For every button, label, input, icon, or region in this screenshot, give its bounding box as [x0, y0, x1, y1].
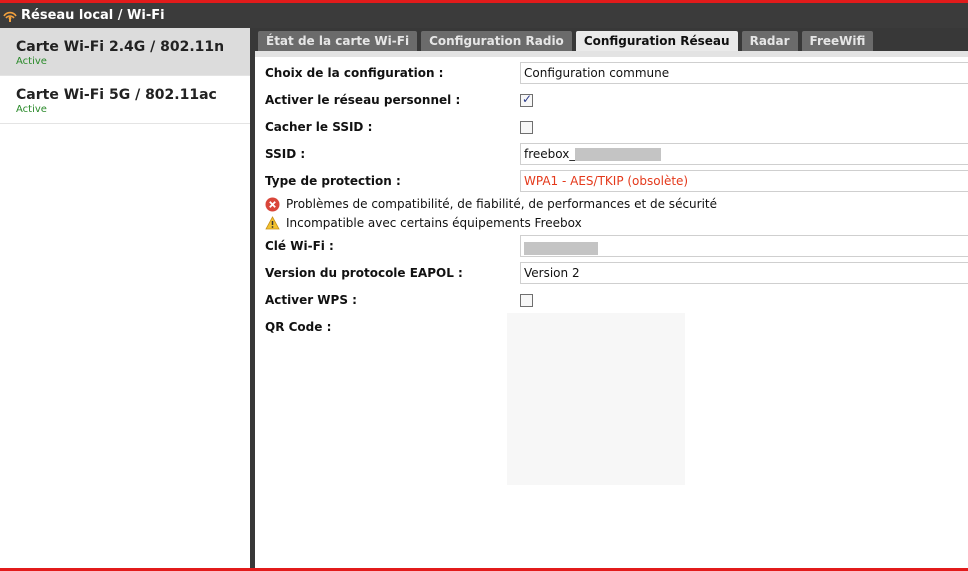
ssid-label: SSID : — [265, 147, 306, 161]
eapol-row: Version du protocole EAPOL : — [265, 262, 463, 284]
wifi-key-label: Clé Wi-Fi : — [265, 239, 334, 253]
eapol-select[interactable]: Version 2 — [520, 262, 968, 284]
wifi-key-input[interactable] — [520, 235, 968, 257]
sidebar: Carte Wi-Fi 2.4G / 802.11n Active Carte … — [0, 28, 250, 568]
ssid-row: SSID : — [265, 143, 305, 165]
error-message: Problèmes de compatibilité, de fiabilité… — [265, 195, 717, 213]
qr-code-label: QR Code : — [265, 320, 332, 334]
ssid-input[interactable]: freebox_ — [520, 143, 968, 165]
window-titlebar: Réseau local / Wi-Fi — [0, 3, 968, 28]
config-choice-row: Choix de la configuration : — [265, 62, 443, 84]
eapol-label: Version du protocole EAPOL : — [265, 266, 463, 280]
protection-row: Type de protection : — [265, 170, 401, 192]
tab-bar: État de la carte Wi-Fi Configuration Rad… — [255, 28, 968, 51]
qr-code-row: QR Code : — [265, 316, 331, 338]
warning-icon — [265, 216, 280, 231]
status-text: Active — [16, 104, 47, 115]
tab-etat-carte[interactable]: État de la carte Wi-Fi — [258, 31, 418, 51]
hide-ssid-label: Cacher le SSID : — [265, 120, 373, 134]
protection-label: Type de protection : — [265, 174, 401, 188]
wps-checkbox[interactable] — [520, 294, 533, 307]
hide-ssid-row: Cacher le SSID : — [265, 116, 372, 138]
redacted-block — [575, 148, 662, 161]
window-title: Réseau local / Wi-Fi — [21, 8, 165, 23]
warning-message: Incompatible avec certains équipements F… — [265, 214, 582, 232]
error-icon — [265, 197, 280, 212]
tab-configuration-radio[interactable]: Configuration Radio — [421, 31, 572, 51]
personal-network-checkbox[interactable] — [520, 92, 533, 107]
personal-network-row: Activer le réseau personnel : — [265, 89, 460, 111]
sidebar-item-wifi-5g[interactable]: Carte Wi-Fi 5G / 802.11ac Active — [0, 76, 250, 124]
wps-row: Activer WPS : — [265, 289, 357, 311]
tab-configuration-reseau[interactable]: Configuration Réseau — [575, 31, 738, 51]
wifi-icon — [3, 9, 17, 23]
config-choice-label: Choix de la configuration : — [265, 66, 444, 80]
personal-network-label: Activer le réseau personnel : — [265, 93, 461, 107]
wifi-key-row: Clé Wi-Fi : — [265, 235, 334, 257]
qr-code-image — [507, 313, 685, 485]
ssid-value: freebox_ — [524, 147, 576, 161]
sidebar-item-label: Carte Wi-Fi 2.4G / 802.11n — [16, 39, 225, 55]
hide-ssid-checkbox[interactable] — [520, 121, 533, 134]
error-text: Problèmes de compatibilité, de fiabilité… — [286, 197, 718, 211]
wps-label: Activer WPS : — [265, 293, 357, 307]
config-choice-select[interactable]: Configuration commune — [520, 62, 968, 84]
tab-freewifi[interactable]: FreeWifi — [801, 31, 874, 51]
config-form: Choix de la configuration : Configuratio… — [255, 51, 968, 568]
sidebar-item-wifi-24g[interactable]: Carte Wi-Fi 2.4G / 802.11n Active — [0, 28, 250, 76]
protection-select[interactable]: WPA1 - AES/TKIP (obsolète) — [520, 170, 968, 192]
redacted-block — [524, 241, 598, 255]
tab-radar[interactable]: Radar — [741, 31, 798, 51]
sidebar-item-label: Carte Wi-Fi 5G / 802.11ac — [16, 87, 217, 103]
warning-text: Incompatible avec certains équipements F… — [286, 216, 582, 230]
status-text: Active — [16, 56, 47, 67]
